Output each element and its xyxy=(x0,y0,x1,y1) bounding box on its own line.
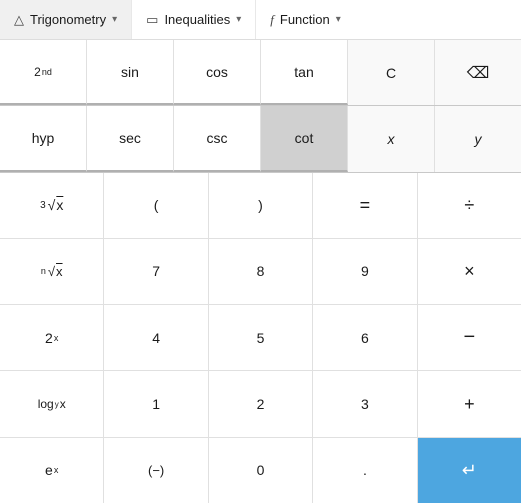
close-paren-button[interactable]: ) xyxy=(209,173,313,238)
six-button[interactable]: 6 xyxy=(313,305,417,370)
seven-button[interactable]: 7 xyxy=(104,239,208,304)
negate-button[interactable]: (−) xyxy=(104,438,208,503)
sec-button[interactable]: sec xyxy=(87,106,174,171)
row-2: hyp sec csc cot x y xyxy=(0,106,521,172)
cos-button[interactable]: cos xyxy=(174,40,261,105)
ineq-icon: ▭ xyxy=(146,12,158,28)
func-chevron: ▾ xyxy=(336,14,341,25)
zero-button[interactable]: 0 xyxy=(209,438,313,503)
four-button[interactable]: 4 xyxy=(104,305,208,370)
row-3: 3√x ( ) = ÷ xyxy=(0,173,521,239)
sin-button[interactable]: sin xyxy=(87,40,174,105)
open-paren-button[interactable]: ( xyxy=(104,173,208,238)
trig-chevron: ▾ xyxy=(112,14,117,25)
function-menu[interactable]: f Function ▾ xyxy=(256,0,355,39)
row-5: 2x 4 5 6 − xyxy=(0,305,521,371)
x-button[interactable]: x xyxy=(348,106,435,171)
row-6: logyx 1 2 3 + xyxy=(0,371,521,437)
row-4: n√x 7 8 9 × xyxy=(0,239,521,305)
five-button[interactable]: 5 xyxy=(209,305,313,370)
calculator: △ Trigonometry ▾ ▭ Inequalities ▾ f Func… xyxy=(0,0,521,503)
menu-bar: △ Trigonometry ▾ ▭ Inequalities ▾ f Func… xyxy=(0,0,521,40)
eight-button[interactable]: 8 xyxy=(209,239,313,304)
equals-button[interactable]: = xyxy=(313,173,417,238)
decimal-button[interactable]: . xyxy=(313,438,417,503)
clear-button[interactable]: C xyxy=(348,40,435,105)
multiply-button[interactable]: × xyxy=(418,239,521,304)
y-button[interactable]: y xyxy=(435,106,521,171)
enter-button[interactable]: ↵ xyxy=(418,438,521,503)
power-button[interactable]: 2x xyxy=(0,305,104,370)
cube-root-button[interactable]: 3√x xyxy=(0,173,104,238)
function-label: Function xyxy=(280,12,330,27)
backspace-button[interactable]: ⌫ xyxy=(435,40,521,105)
csc-button[interactable]: csc xyxy=(174,106,261,171)
subtract-button[interactable]: − xyxy=(418,305,521,370)
divide-button[interactable]: ÷ xyxy=(418,173,521,238)
row-1: 2nd sin cos tan C ⌫ xyxy=(0,40,521,106)
trig-icon: △ xyxy=(14,12,24,28)
trigonometry-menu[interactable]: △ Trigonometry ▾ xyxy=(0,0,132,39)
one-button[interactable]: 1 xyxy=(104,371,208,436)
tan-button[interactable]: tan xyxy=(261,40,348,105)
row-7: ex (−) 0 . ↵ xyxy=(0,438,521,503)
ineq-chevron: ▾ xyxy=(236,14,241,25)
button-grid: 2nd sin cos tan C ⌫ hyp sec xyxy=(0,40,521,503)
nine-button[interactable]: 9 xyxy=(313,239,417,304)
second-button[interactable]: 2nd xyxy=(0,40,87,105)
log-button[interactable]: logyx xyxy=(0,371,104,436)
nth-root-button[interactable]: n√x xyxy=(0,239,104,304)
cot-button[interactable]: cot xyxy=(261,106,348,171)
trigonometry-label: Trigonometry xyxy=(30,12,106,27)
two-button[interactable]: 2 xyxy=(209,371,313,436)
add-button[interactable]: + xyxy=(418,371,521,436)
inequalities-menu[interactable]: ▭ Inequalities ▾ xyxy=(132,0,256,39)
exp-button[interactable]: ex xyxy=(0,438,104,503)
hyp-button[interactable]: hyp xyxy=(0,106,87,171)
three-button[interactable]: 3 xyxy=(313,371,417,436)
inequalities-label: Inequalities xyxy=(164,12,230,27)
func-icon: f xyxy=(270,12,274,28)
